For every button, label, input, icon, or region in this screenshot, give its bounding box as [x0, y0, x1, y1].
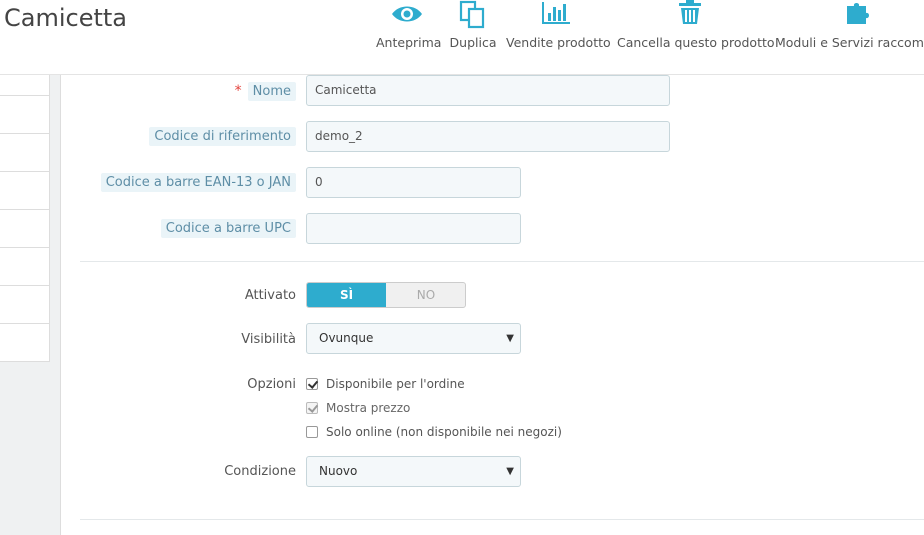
bar-chart-icon — [542, 2, 570, 24]
panel-border — [60, 75, 61, 535]
chevron-down-icon: ▼ — [506, 466, 514, 477]
option-online-only[interactable]: Solo online (non disponibile nei negozi) — [306, 425, 562, 443]
ean13-input[interactable]: 0 — [306, 167, 521, 198]
sidebar-item[interactable] — [0, 75, 50, 96]
reference-input[interactable]: demo_2 — [306, 121, 670, 152]
preview-label: Anteprima — [376, 35, 442, 50]
page-header: Camicetta Anteprima Duplica Vendite prod… — [0, 0, 924, 75]
duplicate-button[interactable]: Duplica — [448, 0, 498, 72]
sidebar-list — [0, 75, 50, 362]
online-only-checkbox[interactable] — [306, 426, 318, 438]
option-available-for-order[interactable]: Disponibile per l'ordine — [306, 377, 465, 395]
sidebar-gutter — [50, 75, 60, 362]
product-sales-label: Vendite prodotto — [506, 35, 611, 50]
delete-product-button[interactable]: Cancella questo prodotto — [617, 0, 775, 72]
required-marker: * — [234, 83, 242, 99]
condition-label: Condizione — [224, 464, 296, 479]
name-input[interactable]: Camicetta — [306, 75, 670, 106]
sidebar-item[interactable] — [0, 248, 50, 286]
visibility-select[interactable]: Ovunque ▼ — [306, 323, 521, 354]
upc-label-group: Codice a barre UPC — [140, 219, 296, 238]
chevron-down-icon: ▼ — [506, 333, 514, 344]
sidebar-item[interactable] — [0, 210, 50, 248]
duplicate-label: Duplica — [449, 35, 497, 50]
name-label: Nome — [247, 82, 296, 101]
reference-label: Codice di riferimento — [149, 127, 296, 146]
copy-icon — [459, 0, 485, 29]
sidebar-item[interactable] — [0, 324, 50, 362]
recommended-modules-button[interactable]: Moduli e Servizi raccomandati — [775, 0, 924, 72]
trash-icon — [679, 0, 701, 24]
ean13-label: Codice a barre EAN-13 o JAN — [100, 173, 296, 192]
sidebar-background — [0, 362, 60, 535]
name-label-group: * Nome — [200, 82, 296, 101]
sidebar-item[interactable] — [0, 96, 50, 134]
eye-icon — [392, 6, 422, 22]
preview-button[interactable]: Anteprima — [376, 0, 442, 72]
show-price-label: Mostra prezzo — [326, 401, 411, 415]
ean13-label-group: Codice a barre EAN-13 o JAN — [90, 173, 296, 192]
online-only-label: Solo online (non disponibile nei negozi) — [326, 425, 562, 439]
sidebar-item[interactable] — [0, 134, 50, 172]
page-title: Camicetta — [4, 4, 127, 32]
condition-select[interactable]: Nuovo ▼ — [306, 456, 521, 487]
visibility-value: Ovunque — [319, 331, 374, 345]
recommended-modules-label: Moduli e Servizi raccomandati — [775, 35, 924, 50]
delete-product-label: Cancella questo prodotto — [617, 35, 775, 50]
section-divider — [80, 519, 924, 520]
puzzle-icon — [847, 3, 869, 24]
active-no-option[interactable]: NO — [387, 283, 465, 307]
active-toggle[interactable]: SÌ NO — [306, 282, 466, 308]
section-divider — [80, 261, 924, 262]
upc-input[interactable] — [306, 213, 521, 244]
option-show-price[interactable]: Mostra prezzo — [306, 401, 410, 419]
sidebar-item[interactable] — [0, 172, 50, 210]
show-price-checkbox[interactable] — [306, 402, 318, 414]
available-for-order-checkbox[interactable] — [306, 378, 318, 390]
product-sales-button[interactable]: Vendite prodotto — [506, 0, 611, 72]
visibility-label: Visibilità — [241, 332, 296, 347]
upc-label: Codice a barre UPC — [160, 219, 296, 238]
options-label: Opzioni — [247, 377, 296, 392]
active-yes-option[interactable]: SÌ — [307, 283, 386, 307]
reference-label-group: Codice di riferimento — [120, 127, 296, 146]
available-for-order-label: Disponibile per l'ordine — [326, 377, 465, 391]
condition-value: Nuovo — [319, 464, 358, 478]
sidebar-item[interactable] — [0, 286, 50, 324]
active-label: Attivato — [244, 288, 296, 303]
